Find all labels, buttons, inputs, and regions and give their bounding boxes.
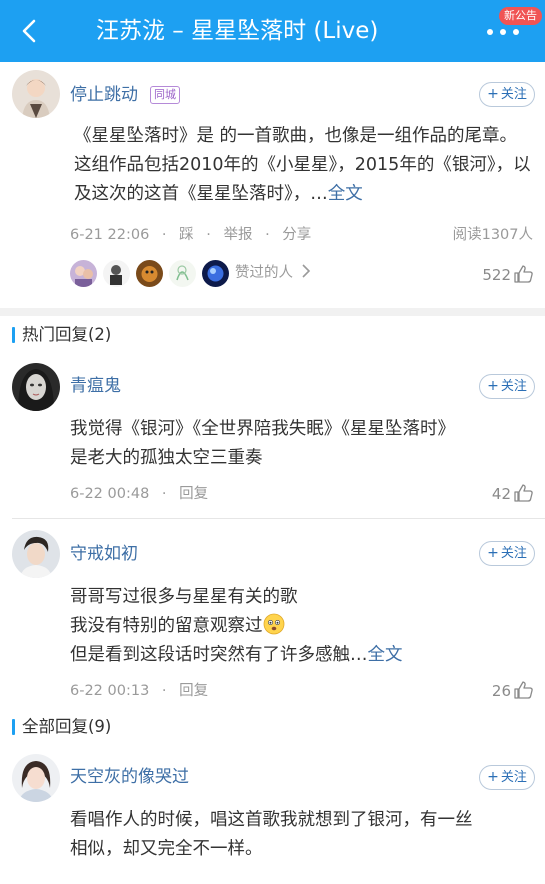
comment-time: 6-22 00:48: [70, 486, 150, 502]
page-title: 汪苏泷 – 星星坠落时 (Live): [96, 18, 379, 44]
comment-body: 我觉得《银河》《全世界陪我失眠》《星星坠落时》 是老大的孤独太空三重奏: [70, 415, 535, 473]
post-body: 《星星坠落时》是 的一首歌曲，也像是一组作品的尾章。这组作品包括2010年的《小…: [74, 122, 534, 209]
avatar[interactable]: [12, 754, 60, 802]
comment-line: 相似，却又完全不一样。: [70, 839, 263, 859]
read-count: 阅读1307人: [452, 227, 533, 243]
main-post: 停止跳动 同城 + 关注 《星星坠落时》是 的一首歌曲，也像是一组作品的尾章。这组…: [0, 62, 545, 308]
comment-line: 看唱作人的时候，唱这首歌我就想到了银河，有一丝: [70, 810, 473, 830]
liker-avatar[interactable]: [202, 260, 229, 287]
post-meta: 6-21 22:06 · 踩 · 举报 · 分享: [70, 227, 312, 243]
like-button[interactable]: 522: [482, 265, 533, 285]
post-author[interactable]: 停止跳动: [70, 84, 138, 106]
follow-button[interactable]: + 关注: [479, 765, 535, 790]
follow-button[interactable]: + 关注: [479, 374, 535, 399]
plus-icon: +: [487, 769, 499, 785]
comment-author[interactable]: 天空灰的像哭过: [70, 766, 189, 788]
reply-button[interactable]: 回复: [179, 486, 208, 502]
comment-author[interactable]: 青瘟鬼: [70, 375, 121, 397]
liked-by-label: 赞过的人: [235, 265, 293, 281]
follow-label: 关注: [500, 546, 527, 561]
plus-icon: +: [487, 378, 499, 394]
like-button[interactable]: 26: [492, 681, 533, 701]
new-notice-badge[interactable]: 新公告: [499, 7, 542, 25]
thumbs-up-icon: [514, 681, 533, 699]
comment-line: 我没有特别的留意观察过: [70, 616, 263, 636]
comment-line-with-emoji: 我没有特别的留意观察过: [70, 612, 535, 641]
comment-line: 我觉得《银河》《全世界陪我失眠》《星星坠落时》: [70, 419, 455, 439]
avatar[interactable]: [12, 70, 60, 118]
comment-body: 看唱作人的时候，唱这首歌我就想到了银河，有一丝 相似，却又完全不一样。: [70, 806, 535, 864]
follow-button[interactable]: + 关注: [479, 82, 535, 107]
section-divider: [0, 308, 545, 316]
report-button[interactable]: 举报: [223, 227, 252, 243]
comment-line: 是老大的孤独太空三重奏: [70, 448, 263, 468]
fulltext-link[interactable]: 全文: [328, 184, 363, 204]
like-button[interactable]: 42: [492, 484, 533, 504]
comment-line: 哥哥写过很多与星星有关的歌: [70, 587, 298, 607]
liked-by-link[interactable]: 赞过的人: [235, 263, 311, 283]
follow-label: 关注: [500, 770, 527, 785]
comment-author[interactable]: 守戒如初: [70, 543, 138, 565]
liker-avatar[interactable]: [169, 260, 196, 287]
comment-time: 6-22 00:13: [70, 683, 150, 699]
plus-icon: +: [487, 86, 499, 102]
back-arrow-icon[interactable]: [14, 14, 46, 48]
like-count: 522: [482, 266, 511, 284]
fulltext-link[interactable]: 全文: [368, 645, 403, 665]
post-time: 6-21 22:06: [70, 227, 150, 243]
thumbs-up-icon: [514, 265, 533, 283]
like-count: 42: [491, 485, 511, 503]
top-bar: 汪苏泷 – 星星坠落时 (Live) 新公告: [0, 0, 545, 62]
follow-label: 关注: [500, 379, 527, 394]
follow-label: 关注: [500, 87, 527, 102]
plus-icon: +: [487, 545, 499, 561]
liker-avatar[interactable]: [136, 260, 163, 287]
comment-separator: [12, 518, 545, 519]
chevron-right-icon: [302, 264, 310, 278]
thumbs-up-icon: [514, 484, 533, 502]
hot-replies-title: 热门回复(2): [12, 324, 111, 346]
local-badge: 同城: [150, 86, 180, 104]
post-text: 《星星坠落时》是 的一首歌曲，也像是一组作品的尾章。这组作品包括2010年的《小…: [74, 126, 531, 204]
comment-meta: 6-22 00:48 · 回复: [70, 486, 209, 502]
avatar[interactable]: [12, 363, 60, 411]
comment-meta: 6-22 00:13 · 回复: [70, 683, 209, 699]
dislike-button[interactable]: 踩: [179, 227, 194, 243]
avatar[interactable]: [12, 530, 60, 578]
comment-body: 哥哥写过很多与星星有关的歌 我没有特别的留意观察过 但是看到这段话时突然有了许多…: [70, 583, 535, 670]
share-button[interactable]: 分享: [282, 227, 311, 243]
like-count: 26: [491, 682, 511, 700]
follow-button[interactable]: + 关注: [479, 541, 535, 566]
all-replies-title: 全部回复(9): [12, 716, 111, 738]
comment-line: 但是看到这段话时突然有了许多感触…: [70, 645, 368, 665]
liker-avatar[interactable]: [70, 260, 97, 287]
worried-face-emoji-icon: [263, 613, 284, 635]
liker-avatar[interactable]: [103, 260, 130, 287]
reply-button[interactable]: 回复: [179, 683, 208, 699]
